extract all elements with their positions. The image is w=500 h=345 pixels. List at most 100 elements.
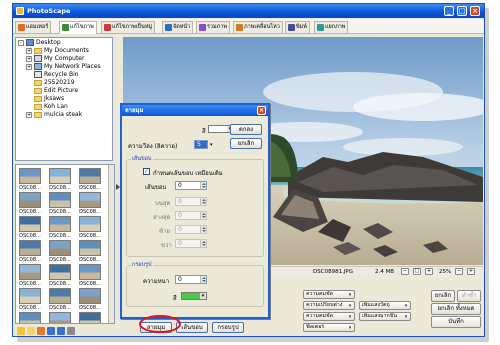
tab-animated-gif[interactable]: ภาพเคลื่อนไหว bbox=[233, 21, 283, 33]
expand-icon[interactable]: + bbox=[26, 64, 32, 70]
thumbnail-image[interactable] bbox=[49, 168, 71, 184]
spinner-icon[interactable] bbox=[200, 198, 206, 205]
tab-editor[interactable]: แก้ไขภาพ bbox=[59, 21, 97, 34]
close-button[interactable]: × bbox=[470, 6, 480, 16]
thumbnail-image[interactable] bbox=[49, 312, 71, 323]
border-bottom-input[interactable]: 0 bbox=[175, 211, 207, 220]
vertical-scrollbar[interactable] bbox=[108, 165, 114, 323]
folder-open-icon[interactable] bbox=[27, 327, 35, 335]
thumbnail-image[interactable] bbox=[79, 240, 101, 256]
width-label: ความวีล่ง (ลิควาอ) bbox=[128, 143, 178, 150]
thumbnail-image[interactable] bbox=[19, 264, 41, 280]
thumbnail-image[interactable] bbox=[49, 192, 71, 208]
expand-icon[interactable]: + bbox=[26, 56, 32, 62]
tab-frame[interactable]: กรอบรูป bbox=[212, 322, 244, 333]
expand-icon[interactable]: + bbox=[26, 48, 32, 54]
folder-icon bbox=[34, 112, 42, 118]
spinner-icon[interactable] bbox=[200, 240, 206, 247]
zoom-minus-icon[interactable]: − bbox=[455, 268, 463, 275]
folder-tree: - Desktop + My Documents + My Computer +… bbox=[15, 37, 113, 161]
folder-icon bbox=[34, 104, 42, 110]
dialog-close-button[interactable]: × bbox=[257, 106, 266, 115]
thumbnail-label: DSC08... bbox=[49, 257, 71, 263]
zoom-plus-icon[interactable]: + bbox=[467, 268, 475, 275]
spinner-icon[interactable] bbox=[200, 212, 206, 219]
forward-icon[interactable] bbox=[57, 327, 65, 335]
app-icon bbox=[16, 7, 24, 15]
thumbnail-image[interactable] bbox=[79, 168, 101, 184]
main-tab-bar: แฮมเทอร์ แก้ไขภาพ แก้ไขภาพเป็นหมู่ จัดหน… bbox=[13, 19, 484, 34]
folder-icon bbox=[34, 88, 42, 94]
maximize-button[interactable]: □ bbox=[457, 6, 467, 16]
border-all-input[interactable]: 0 bbox=[175, 181, 207, 190]
frame-dialog: ลายมุม × สี ▾ ตกลง ความวีล่ง (ลิควาอ) 5 … bbox=[120, 103, 270, 319]
thumbnail-label: DSC08... bbox=[49, 281, 71, 287]
width-spin-icon[interactable]: ▾ bbox=[210, 142, 213, 148]
thumbnail-image[interactable] bbox=[19, 312, 41, 323]
border-right-input[interactable]: 0 bbox=[175, 239, 207, 248]
split-icon bbox=[317, 24, 324, 31]
spinner-icon[interactable] bbox=[200, 182, 206, 189]
thumbnail-image[interactable] bbox=[49, 216, 71, 232]
thumbnail-image[interactable] bbox=[19, 240, 41, 256]
zoom-out-icon[interactable]: − bbox=[401, 268, 409, 275]
filter-button[interactable]: ฟิลเตอร์ ▾ bbox=[303, 323, 355, 332]
gif-icon bbox=[236, 24, 243, 31]
backlight-button[interactable]: เพิ่มแสงวัตถุ ▾ bbox=[359, 301, 411, 310]
tab-print[interactable]: พิมพ์ bbox=[285, 21, 310, 33]
minimize-button[interactable]: _ bbox=[444, 6, 454, 16]
round-color-picker[interactable]: ▾ bbox=[181, 292, 207, 300]
save-button[interactable]: บันทึก bbox=[431, 316, 481, 328]
tab-combine[interactable]: รวมภาพ bbox=[196, 21, 231, 33]
settings-icon[interactable] bbox=[67, 327, 75, 335]
thumbnail-image[interactable] bbox=[49, 240, 71, 256]
contrast-button[interactable]: ความเปรียบต่าง ▾ bbox=[303, 301, 355, 310]
sharpness-button[interactable]: ความคมชัด ▾ bbox=[303, 312, 355, 321]
thumbnail-image[interactable] bbox=[19, 288, 41, 304]
thumbnail-image[interactable] bbox=[79, 216, 101, 232]
border-top-input[interactable]: 0 bbox=[175, 197, 207, 206]
spinner-icon[interactable] bbox=[200, 276, 206, 283]
expand-icon[interactable]: + bbox=[26, 112, 32, 118]
ok-button[interactable]: ตกลง bbox=[230, 124, 262, 135]
undo-button[interactable]: ยกเลิก bbox=[431, 290, 455, 302]
network-icon bbox=[34, 63, 42, 70]
redo-button[interactable]: ทำซ้ำ bbox=[457, 290, 481, 302]
dialog-title: ลายมุม bbox=[122, 105, 268, 116]
thumbnail-label: DSC08... bbox=[79, 305, 101, 311]
tab-batch[interactable]: แก้ไขภาพเป็นหมู่ bbox=[101, 21, 156, 33]
star-icon[interactable] bbox=[17, 327, 25, 335]
thumbnail-image[interactable] bbox=[79, 192, 101, 208]
back-icon[interactable] bbox=[47, 327, 55, 335]
cancel-button[interactable]: ยกเลิก bbox=[230, 138, 262, 149]
dropdown-arrow-icon: ▾ bbox=[404, 314, 408, 320]
brighten-button[interactable]: เพิ่มแสงมากขึ้น ▾ bbox=[359, 312, 411, 321]
tab-page[interactable]: จัดหน้า bbox=[162, 21, 194, 33]
dropdown-arrow-icon: ▾ bbox=[348, 303, 352, 309]
shuffle-icon[interactable] bbox=[37, 327, 45, 335]
thumbnail-label: DSC08... bbox=[19, 257, 41, 263]
thumbnail-image[interactable] bbox=[49, 288, 71, 304]
dropdown-arrow-icon: ▾ bbox=[348, 292, 352, 298]
thumbnail-image[interactable] bbox=[19, 168, 41, 184]
sharpen-button[interactable]: ความคมชัด ▾ bbox=[303, 290, 355, 299]
thumbnail-image[interactable] bbox=[19, 216, 41, 232]
thumbnail-image[interactable] bbox=[79, 288, 101, 304]
thumbnail-image[interactable] bbox=[19, 192, 41, 208]
zoom-in-icon[interactable]: + bbox=[425, 268, 433, 275]
tab-splitter[interactable]: แยกภาพ bbox=[314, 21, 349, 33]
thumbnail-label: DSC08... bbox=[49, 305, 71, 311]
thumbnail-image[interactable] bbox=[49, 264, 71, 280]
same-border-checkbox[interactable]: ✓ bbox=[143, 168, 150, 175]
thumbnail-label: DSC08... bbox=[49, 233, 71, 239]
spinner-icon[interactable] bbox=[200, 226, 206, 233]
thumbnail-image[interactable] bbox=[79, 312, 101, 323]
thumbnail-image[interactable] bbox=[79, 264, 101, 280]
width-input[interactable]: 5 bbox=[194, 140, 208, 149]
thickness-input[interactable]: 0 bbox=[175, 275, 207, 284]
undo-all-button[interactable]: ยกเลิก ทั้งหมด bbox=[431, 303, 481, 315]
border-left-input[interactable]: 0 bbox=[175, 225, 207, 234]
tab-home[interactable]: แฮมเทอร์ bbox=[15, 21, 52, 33]
collapse-icon[interactable]: - bbox=[18, 40, 24, 46]
zoom-fit-icon[interactable]: □ bbox=[413, 268, 421, 275]
